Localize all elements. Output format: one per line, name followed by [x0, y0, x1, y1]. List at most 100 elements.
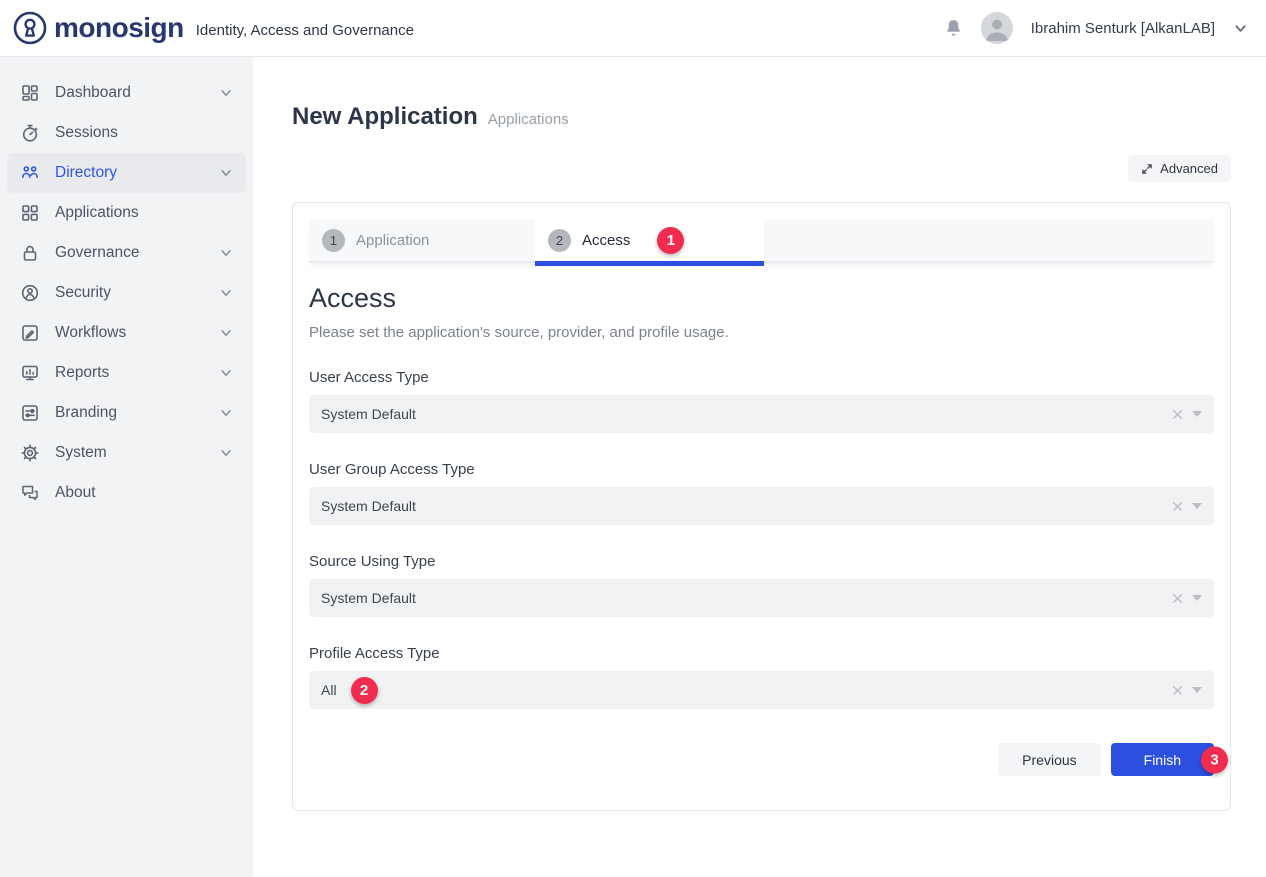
sidebar-item-dashboard[interactable]: Dashboard — [7, 73, 246, 113]
field-label: User Access Type — [309, 369, 1214, 386]
caret-down-icon[interactable] — [1192, 411, 1202, 417]
sidebar-item-security[interactable]: Security — [7, 273, 246, 313]
wizard-tab-bar: 1 Application 2 Access 1 — [309, 219, 1214, 261]
sidebar-item-label: Governance — [55, 244, 139, 262]
workflow-icon — [20, 323, 40, 343]
advanced-button[interactable]: Advanced — [1128, 155, 1231, 182]
brand[interactable]: monosign Identity, Access and Governance — [12, 10, 414, 46]
top-bar: monosign Identity, Access and Governance… — [0, 0, 1266, 57]
select-value: System Default — [321, 406, 416, 422]
field-user-access-type: User Access Type System Default — [309, 369, 1214, 433]
sidebar-item-label: Directory — [55, 164, 117, 182]
field-user-group-access-type: User Group Access Type System Default — [309, 461, 1214, 525]
select-value: System Default — [321, 498, 416, 514]
clear-icon[interactable] — [1172, 593, 1183, 604]
caret-down-icon[interactable] — [1192, 503, 1202, 509]
sidebar-item-governance[interactable]: Governance — [7, 233, 246, 273]
sidebar-item-sessions[interactable]: Sessions — [7, 113, 246, 153]
step-number: 1 — [322, 229, 345, 252]
notifications-bell-icon[interactable] — [944, 18, 963, 39]
chevron-down-icon — [219, 286, 233, 300]
sidebar-item-workflows[interactable]: Workflows — [7, 313, 246, 353]
expand-icon — [1141, 163, 1153, 175]
user-name[interactable]: Ibrahim Senturk [AlkanLAB] — [1031, 20, 1215, 37]
chevron-down-icon — [219, 326, 233, 340]
apps-grid-icon — [20, 203, 40, 223]
previous-button[interactable]: Previous — [998, 743, 1100, 776]
sidebar-item-branding[interactable]: Branding — [7, 393, 246, 433]
field-label: Source Using Type — [309, 553, 1214, 570]
breadcrumb: Applications — [488, 111, 569, 128]
sidebar-item-label: Dashboard — [55, 84, 131, 102]
sidebar-item-label: Branding — [55, 404, 117, 422]
section-title: Access — [309, 283, 1214, 314]
chevron-down-icon — [219, 166, 233, 180]
sidebar-item-label: Workflows — [55, 324, 126, 342]
chevron-down-icon — [219, 86, 233, 100]
page-head: New Application Applications — [292, 103, 1231, 131]
monosign-logo-icon — [12, 10, 48, 46]
clear-icon[interactable] — [1172, 685, 1183, 696]
brand-name: monosign — [54, 12, 184, 44]
sidebar-item-label: Sessions — [55, 124, 118, 142]
sidebar-item-label: Reports — [55, 364, 109, 382]
avatar-person-icon — [981, 12, 1013, 44]
select-value: System Default — [321, 590, 416, 606]
chevron-down-icon — [219, 366, 233, 380]
tab-access[interactable]: 2 Access 1 — [535, 219, 764, 261]
brand-tagline: Identity, Access and Governance — [196, 22, 414, 39]
gear-icon — [20, 443, 40, 463]
main-content: New Application Applications Advanced 1 … — [253, 57, 1266, 877]
chevron-down-icon — [219, 246, 233, 260]
tab-label: Access — [582, 232, 630, 249]
sidebar-item-label: About — [55, 484, 96, 502]
wizard-card: 1 Application 2 Access 1 Access Please s… — [292, 202, 1231, 811]
field-label: User Group Access Type — [309, 461, 1214, 478]
field-profile-access-type: Profile Access Type All 2 — [309, 645, 1214, 709]
sliders-icon — [20, 403, 40, 423]
tab-application[interactable]: 1 Application — [309, 219, 535, 261]
clear-icon[interactable] — [1172, 409, 1183, 420]
caret-down-icon[interactable] — [1192, 595, 1202, 601]
finish-button[interactable]: Finish — [1111, 743, 1214, 776]
annotation-badge-2: 2 — [351, 677, 378, 704]
sidebar-item-system[interactable]: System — [7, 433, 246, 473]
advanced-button-label: Advanced — [1160, 161, 1218, 176]
sidebar-item-label: System — [55, 444, 107, 462]
field-label: Profile Access Type — [309, 645, 1214, 662]
tab-bar-filler — [764, 219, 1214, 261]
source-using-type-select[interactable]: System Default — [309, 579, 1214, 617]
select-value: All — [321, 682, 337, 698]
step-number: 2 — [548, 229, 571, 252]
chevron-down-icon — [219, 446, 233, 460]
chat-bubbles-icon — [20, 483, 40, 503]
lock-icon — [20, 243, 40, 263]
chevron-down-icon — [219, 406, 233, 420]
sidebar: Dashboard Sessions Directory Application… — [0, 57, 253, 877]
caret-down-icon[interactable] — [1192, 687, 1202, 693]
sidebar-item-about[interactable]: About — [7, 473, 246, 513]
profile-access-type-select[interactable]: All 2 — [309, 671, 1214, 709]
annotation-badge-3: 3 — [1201, 746, 1228, 773]
sidebar-item-reports[interactable]: Reports — [7, 353, 246, 393]
field-source-using-type: Source Using Type System Default — [309, 553, 1214, 617]
section-description: Please set the application's source, pro… — [309, 324, 1214, 341]
wizard-actions: Previous Finish 3 — [309, 743, 1214, 776]
sidebar-item-label: Applications — [55, 204, 139, 222]
user-menu-chevron-down-icon[interactable] — [1233, 21, 1248, 36]
user-access-type-select[interactable]: System Default — [309, 395, 1214, 433]
dashboard-icon — [20, 83, 40, 103]
annotation-badge-1: 1 — [657, 227, 684, 254]
sidebar-item-directory[interactable]: Directory — [7, 153, 246, 193]
tab-label: Application — [356, 232, 429, 249]
user-avatar[interactable] — [981, 12, 1013, 44]
user-group-icon — [20, 163, 40, 183]
user-badge-icon — [20, 283, 40, 303]
user-group-access-type-select[interactable]: System Default — [309, 487, 1214, 525]
sidebar-item-applications[interactable]: Applications — [7, 193, 246, 233]
clear-icon[interactable] — [1172, 501, 1183, 512]
stopwatch-icon — [20, 123, 40, 143]
sidebar-item-label: Security — [55, 284, 111, 302]
page-title: New Application — [292, 103, 478, 131]
reports-icon — [20, 363, 40, 383]
